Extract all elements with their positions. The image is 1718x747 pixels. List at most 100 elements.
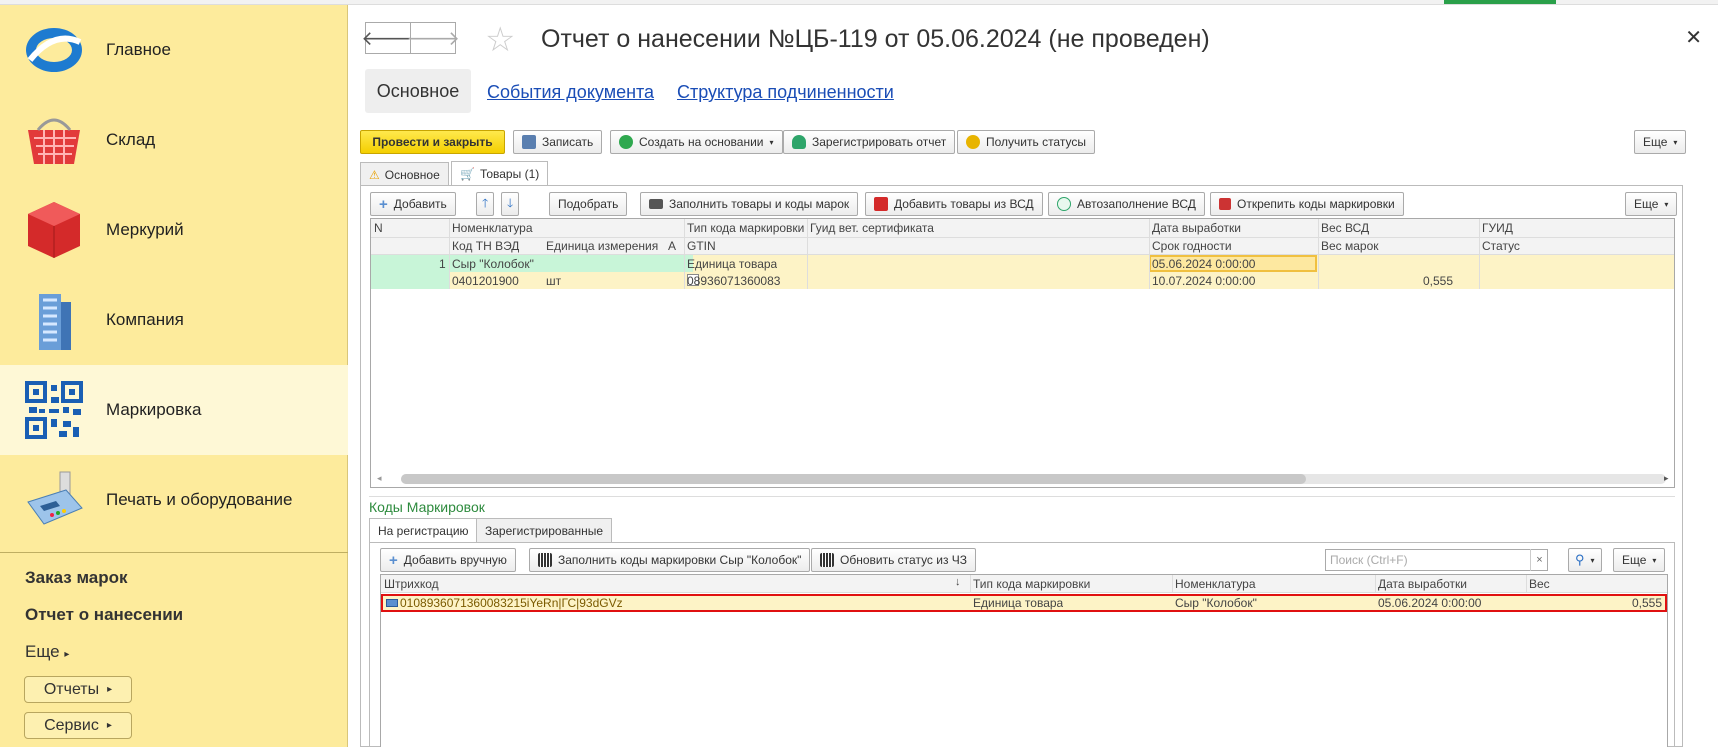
chevron-right-icon: ▸ bbox=[106, 720, 112, 731]
column-header[interactable]: Номенклатура bbox=[450, 221, 533, 235]
column-header[interactable]: Номенклатура bbox=[1173, 577, 1256, 591]
nomenclature-cell[interactable]: Сыр "Колобок" bbox=[450, 257, 534, 271]
goods-more-label: Еще bbox=[1634, 197, 1659, 211]
column-header[interactable]: Единица измерения bbox=[544, 239, 658, 253]
qr-code-icon bbox=[538, 553, 552, 567]
qr-refresh-icon bbox=[820, 553, 834, 567]
fill-marking-codes-button[interactable]: Заполнить коды маркировки Сыр "Колобок" bbox=[529, 548, 811, 572]
barcode-cell[interactable]: 0108936071360083215iYeRn|ГС|93dGVz bbox=[398, 596, 623, 610]
code-type-cell[interactable]: Единица товара bbox=[685, 257, 777, 271]
column-header[interactable]: Срок годности bbox=[1150, 239, 1232, 253]
marks-weight-cell[interactable]: 0,555 bbox=[1421, 274, 1453, 288]
tab-registered[interactable]: Зарегистрированные bbox=[476, 518, 613, 542]
forward-button[interactable]: 🡒 bbox=[406, 22, 460, 54]
column-header[interactable]: Вес марок bbox=[1319, 239, 1379, 253]
column-header[interactable]: Штрихкод bbox=[382, 577, 439, 591]
column-header[interactable]: Вес ВСД bbox=[1319, 221, 1369, 235]
tab-for-registration[interactable]: На регистрацию bbox=[369, 518, 478, 543]
expiry-cell[interactable]: 10.07.2024 0:00:00 bbox=[1150, 274, 1255, 288]
column-header[interactable]: Код ТН ВЭД bbox=[450, 239, 519, 253]
sidebar-item-label: Компания bbox=[106, 310, 184, 329]
sidebar: Главное Склад Меркурий Компания Маркиров… bbox=[0, 5, 348, 747]
column-header[interactable]: GTIN bbox=[685, 239, 716, 253]
pick-button[interactable]: Подобрать bbox=[549, 192, 628, 216]
dropdown-arrow-icon: ▾ bbox=[1673, 137, 1678, 147]
save-button[interactable]: Записать bbox=[513, 130, 603, 154]
favorite-star-icon[interactable]: ☆ bbox=[485, 23, 515, 57]
create-based-on-button[interactable]: Создать на основании ▾ bbox=[610, 130, 783, 154]
sidebar-item-marking[interactable]: Маркировка bbox=[0, 365, 348, 455]
active-section-indicator bbox=[1444, 0, 1556, 4]
scroll-right-icon[interactable]: ▸ bbox=[1664, 473, 1669, 484]
reports-button[interactable]: Отчеты ▸ bbox=[24, 676, 132, 703]
column-header[interactable]: ГУИД bbox=[1480, 221, 1513, 235]
plus-icon: + bbox=[379, 195, 388, 213]
add-from-vsd-button[interactable]: Добавить товары из ВСД bbox=[865, 192, 1043, 216]
column-header[interactable]: Дата выработки bbox=[1150, 221, 1241, 235]
column-header[interactable]: Гуид вет. сертификата bbox=[808, 221, 934, 235]
sidebar-link-order-marks[interactable]: Заказ марок bbox=[25, 568, 128, 588]
codes-more-button[interactable]: Еще ▾ bbox=[1613, 548, 1666, 572]
tab-main[interactable]: Основное bbox=[365, 69, 471, 113]
fill-goods-codes-button[interactable]: Заполнить товары и коды марок bbox=[640, 192, 859, 216]
sidebar-item-company[interactable]: Компания bbox=[0, 275, 348, 365]
get-statuses-button[interactable]: Получить статусы bbox=[957, 130, 1095, 154]
search-button[interactable]: ⚲ ▾ bbox=[1568, 548, 1602, 572]
payment-terminal-icon bbox=[22, 468, 86, 532]
tab-goods[interactable]: 🛒 Товары (1) bbox=[451, 161, 549, 186]
more-label: Еще bbox=[1643, 135, 1668, 149]
sort-descending-icon[interactable]: ↓ bbox=[955, 576, 961, 588]
scroll-left-icon[interactable]: ◂ bbox=[377, 473, 382, 484]
arrow-right-icon: 🡒 bbox=[406, 27, 460, 50]
post-and-close-button[interactable]: Провести и закрыть bbox=[360, 130, 505, 154]
back-button[interactable]: 🡐 bbox=[361, 22, 415, 54]
sidebar-item-warehouse[interactable]: Склад bbox=[0, 95, 348, 185]
tab-document-events[interactable]: События документа bbox=[487, 82, 654, 103]
sidebar-item-label: Главное bbox=[106, 40, 171, 59]
search-input[interactable]: Поиск (Ctrl+F) bbox=[1325, 549, 1548, 571]
clear-search-icon[interactable]: × bbox=[1530, 549, 1548, 571]
column-header[interactable]: А bbox=[666, 239, 676, 253]
gtin-cell[interactable]: 08936071360083 bbox=[685, 274, 780, 288]
nomenclature-cell[interactable]: Сыр "Колобок" bbox=[1173, 596, 1257, 610]
refresh-status-button[interactable]: Обновить статус из ЧЗ bbox=[811, 548, 977, 572]
tab-subordination-structure[interactable]: Структура подчиненности bbox=[677, 82, 894, 103]
more-button[interactable]: Еще ▾ bbox=[1634, 130, 1687, 154]
column-header[interactable]: Тип кода маркировки bbox=[685, 221, 804, 235]
tab-inner-main[interactable]: ⚠ Основное bbox=[360, 162, 449, 186]
column-header[interactable]: N bbox=[372, 221, 383, 235]
column-header[interactable]: Дата выработки bbox=[1376, 577, 1467, 591]
cart-icon: 🛒 bbox=[460, 167, 475, 181]
register-report-button[interactable]: Зарегистрировать отчет bbox=[783, 130, 956, 154]
move-up-button[interactable]: 🡑 bbox=[476, 192, 495, 216]
tnved-cell[interactable]: 0401201900 bbox=[450, 274, 519, 288]
production-date-cell[interactable]: 05.06.2024 0:00:00 bbox=[1150, 257, 1255, 271]
add-manually-button[interactable]: + Добавить вручную bbox=[380, 548, 516, 572]
add-goods-button[interactable]: + Добавить bbox=[370, 192, 456, 216]
close-icon[interactable]: ✕ bbox=[1685, 25, 1702, 50]
sidebar-more-link[interactable]: Еще ▸ bbox=[25, 642, 69, 662]
sidebar-item-mercury[interactable]: Меркурий bbox=[0, 185, 348, 275]
sidebar-item-main[interactable]: Главное bbox=[0, 5, 348, 95]
production-date-cell[interactable]: 05.06.2024 0:00:00 bbox=[1376, 596, 1481, 610]
unpin-codes-button[interactable]: Открепить коды маркировки bbox=[1210, 192, 1404, 216]
column-header[interactable]: Статус bbox=[1480, 239, 1520, 253]
sidebar-item-printing[interactable]: Печать и оборудование bbox=[0, 455, 348, 545]
arrow-down-icon: 🡓 bbox=[507, 195, 514, 210]
search-icon: ⚲ bbox=[1575, 552, 1585, 567]
unit-cell[interactable]: шт bbox=[544, 274, 561, 288]
move-down-button[interactable]: 🡓 bbox=[501, 192, 520, 216]
sidebar-item-label: Печать и оборудование bbox=[106, 490, 293, 509]
fill-goods-label: Заполнить товары и коды марок bbox=[669, 197, 850, 211]
code-type-cell[interactable]: Единица товара bbox=[971, 596, 1063, 610]
scanner-icon bbox=[649, 199, 663, 209]
refresh-status-label: Обновить статус из ЧЗ bbox=[840, 553, 968, 567]
column-header[interactable]: Вес bbox=[1527, 577, 1550, 591]
autofill-vsd-button[interactable]: Автозаполнение ВСД bbox=[1048, 192, 1205, 216]
service-button[interactable]: Сервис ▸ bbox=[24, 712, 132, 739]
sidebar-link-application-report[interactable]: Отчет о нанесении bbox=[25, 605, 183, 625]
weight-cell[interactable]: 0,555 bbox=[1630, 596, 1662, 610]
column-header[interactable]: Тип кода маркировки bbox=[971, 577, 1090, 591]
horizontal-scrollbar-thumb[interactable] bbox=[401, 474, 1306, 484]
goods-more-button[interactable]: Еще ▾ bbox=[1625, 192, 1678, 216]
